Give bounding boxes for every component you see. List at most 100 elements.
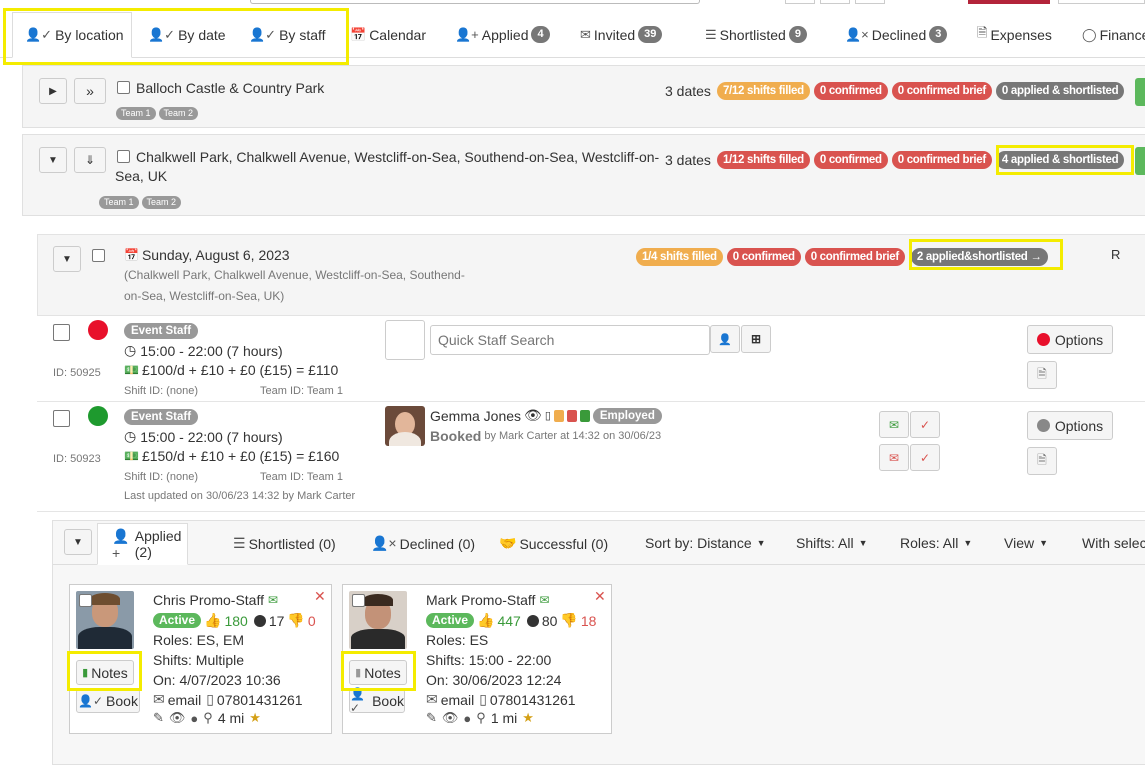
phone-icon: ▯	[206, 691, 214, 707]
staff-name[interactable]: Gemma Jones	[430, 408, 521, 424]
applied-shortlisted-link[interactable]: 2 applied&shortlisted →	[910, 248, 1048, 266]
date-title: 📅 Sunday, August 6, 2023	[124, 247, 290, 263]
confirmed-brief-pill: 0 confirmed brief	[804, 248, 905, 266]
shift-checkbox[interactable]	[53, 410, 70, 427]
phone-number[interactable]: 07801431261	[490, 692, 576, 708]
header-button-remnant[interactable]	[855, 0, 885, 4]
applicant-tab-shortlisted[interactable]: ☰ Shortlisted (0)	[233, 535, 336, 552]
close-icon[interactable]: ✕	[314, 588, 326, 605]
with-selected-dropdown[interactable]: With selec	[1082, 535, 1145, 551]
close-icon[interactable]: ✕	[594, 588, 606, 605]
date-stats: 1/4 shifts filled 0 confirmed 0 confirme…	[636, 248, 1048, 266]
expand-all-button[interactable]: »	[74, 78, 106, 104]
view-dropdown[interactable]: View ▼	[1004, 535, 1048, 551]
calendar-icon: 📅	[350, 26, 367, 42]
book-button[interactable]: 👤✓ Book	[349, 687, 405, 715]
email-link[interactable]: email	[168, 692, 201, 708]
applicant-name[interactable]: Mark Promo-Staff	[426, 592, 535, 608]
thumbs-up-icon: 👍	[477, 612, 495, 628]
star-icon[interactable]: ★	[522, 710, 534, 726]
tab-applied[interactable]: 👤+ Applied 4	[443, 12, 562, 57]
applicant-tab-applied[interactable]: 👤+ Applied (2)	[97, 523, 188, 565]
date-checkbox[interactable]	[92, 249, 105, 262]
tab-shortlisted[interactable]: ☰ Shortlisted 9	[693, 12, 819, 57]
team-tag: Team 2	[141, 196, 182, 209]
applicant-checkbox[interactable]	[79, 594, 92, 607]
panel-collapse-button[interactable]: ▼	[64, 529, 92, 555]
team-tag: Team 2	[158, 107, 199, 120]
email-confirm-button[interactable]: ✉	[879, 411, 909, 438]
star-icon[interactable]: ★	[249, 710, 261, 726]
location-checkbox[interactable]	[117, 150, 130, 163]
applicant-tab-declined[interactable]: 👤× Declined (0)	[371, 535, 475, 552]
user-check-icon: 👤✓	[350, 687, 365, 715]
shifts-filter-dropdown[interactable]: Shifts: All ▼	[796, 535, 868, 551]
add-staff-button[interactable]: ⊞	[741, 325, 771, 353]
caret-down-icon: ▼	[963, 538, 973, 548]
document-button[interactable]: 🗎	[1027, 447, 1057, 475]
green-action-button[interactable]	[1135, 147, 1145, 175]
header-button-remnant[interactable]	[820, 0, 850, 4]
header-danger-button-remnant[interactable]	[968, 0, 1050, 4]
tab-finance[interactable]: ◯ Finance	[1070, 12, 1145, 57]
tab-calendar[interactable]: 📅 Calendar	[338, 12, 438, 57]
tab-by-date[interactable]: 👤✓ By date	[136, 12, 238, 57]
clock-icon: ◷	[124, 428, 137, 444]
status-badge: Active	[153, 613, 202, 628]
applied-count-badge: 4	[531, 26, 550, 43]
sort-dropdown[interactable]: Sort by: Distance ▼	[645, 535, 766, 551]
phone-number[interactable]: 07801431261	[217, 692, 303, 708]
user-check-icon: 👤✓	[25, 26, 53, 42]
applicant-name[interactable]: Chris Promo-Staff	[153, 592, 264, 608]
brief-check-button[interactable]: ✓	[910, 444, 940, 471]
confirm-check-button[interactable]: ✓	[910, 411, 940, 438]
email-link[interactable]: email	[441, 692, 474, 708]
tab-invited[interactable]: ✉ Invited 39	[568, 12, 674, 57]
staff-select-button[interactable]: 👤	[710, 325, 740, 353]
book-button[interactable]: 👤✓ Book	[76, 689, 140, 713]
team-id-text: Team ID: Team 1	[260, 385, 343, 397]
shift-checkbox[interactable]	[53, 324, 70, 341]
tab-declined[interactable]: 👤× Declined 3	[833, 12, 959, 57]
edit-icon[interactable]: ✎	[153, 710, 164, 726]
applied-shortlisted-pill[interactable]: 4 applied & shortlisted	[995, 151, 1125, 169]
applicant-shifts: Shifts: Multiple	[153, 652, 245, 668]
eye-icon[interactable]: 👁	[442, 710, 459, 726]
date-collapse-button[interactable]: ▼	[53, 246, 81, 272]
options-button[interactable]: Options	[1027, 411, 1113, 440]
location-checkbox[interactable]	[117, 81, 130, 94]
comment-icon[interactable]: ●	[463, 711, 471, 726]
tab-by-location[interactable]: 👤✓ By location	[12, 11, 132, 58]
green-action-button[interactable]	[1135, 78, 1145, 106]
notes-button[interactable]: ▮ Notes	[349, 660, 407, 685]
roles-filter-dropdown[interactable]: Roles: All ▼	[900, 535, 972, 551]
user-check-icon: 👤✓	[148, 26, 176, 42]
quick-staff-search-input[interactable]	[430, 325, 710, 355]
staff-photo-placeholder	[385, 320, 425, 360]
header-button-remnant[interactable]	[1058, 0, 1145, 4]
tab-by-staff[interactable]: 👤✓ By staff	[237, 12, 338, 57]
notes-button[interactable]: ▮ Notes	[76, 660, 134, 685]
expand-caret-button[interactable]: ▶	[39, 78, 67, 104]
header-button-remnant[interactable]	[785, 0, 815, 4]
applicant-tab-successful[interactable]: 🤝 Successful (0)	[499, 535, 608, 552]
eye-icon[interactable]: 👁	[524, 407, 542, 424]
collapse-caret-button[interactable]: ▼	[39, 147, 67, 173]
location-name-cont: Sea, UK	[115, 168, 168, 184]
calendar-icon: 📅	[124, 248, 139, 262]
applicant-contact: ✉ email ▯ 07801431261	[426, 691, 576, 708]
applicant-checkbox[interactable]	[352, 594, 365, 607]
email-brief-button[interactable]: ✉	[879, 444, 909, 471]
edit-icon[interactable]: ✎	[426, 710, 437, 726]
applied-shortlisted-pill[interactable]: 0 applied & shortlisted	[995, 82, 1125, 100]
comment-icon[interactable]: ●	[190, 711, 198, 726]
eye-icon[interactable]: 👁	[169, 710, 186, 726]
shift-time: ◷ 15:00 - 22:00 (7 hours)	[124, 342, 283, 359]
document-icon: ▮	[355, 667, 362, 679]
document-button[interactable]: 🗎	[1027, 361, 1057, 389]
options-button[interactable]: Options	[1027, 325, 1113, 354]
collapse-all-button[interactable]: ⇓	[74, 147, 106, 173]
document-icon: 🗎	[1037, 452, 1047, 467]
tab-expenses[interactable]: 🗎 Expenses	[965, 12, 1064, 57]
applicant-shifts: Shifts: 15:00 - 22:00	[426, 652, 552, 668]
